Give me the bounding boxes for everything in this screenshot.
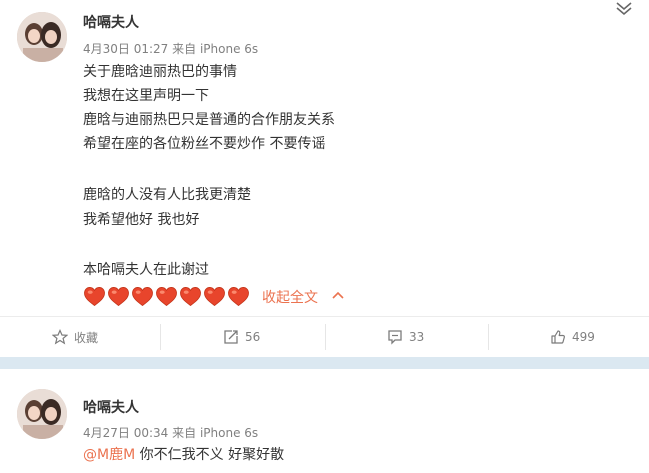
- like-button[interactable]: 499: [550, 318, 595, 356]
- repost-icon: [224, 330, 238, 344]
- username[interactable]: 哈嗝夫人: [83, 397, 139, 417]
- user-mention-link[interactable]: @M鹿M: [83, 447, 135, 463]
- heart-emoji-icon: [132, 286, 153, 306]
- heart-emoji-icon: [180, 286, 201, 306]
- divider: [0, 316, 649, 317]
- feed-post: 哈嗝夫人 4月27日 00:34 来自 iPhone 6s @M鹿M 你不仁我不…: [0, 369, 649, 473]
- avatar[interactable]: [17, 389, 67, 439]
- favorite-button[interactable]: 收藏: [52, 318, 98, 356]
- post-text-line: 我想在这里声明一下: [83, 88, 209, 104]
- username[interactable]: 哈嗝夫人: [83, 12, 139, 32]
- post-text: 你不仁我不义 好聚好散: [135, 447, 285, 463]
- comment-icon: [388, 330, 402, 345]
- post-text-line: 鹿晗与迪丽热巴只是普通的合作朋友关系: [83, 112, 335, 128]
- divider: [488, 324, 489, 350]
- feed-separator: [0, 357, 649, 369]
- source: 来自 iPhone 6s: [172, 42, 259, 56]
- chevron-up-icon[interactable]: [332, 291, 344, 300]
- heart-emoji-icon: [84, 286, 105, 306]
- like-count: 499: [572, 330, 595, 344]
- post-text-line: 本哈嗝夫人在此谢过: [83, 262, 209, 278]
- comment-button[interactable]: 33: [387, 318, 424, 356]
- heart-emoji-icon: [156, 286, 177, 306]
- post-text-line: 我希望他好 我也好: [83, 212, 200, 228]
- post-text-line: 鹿晗的人没有人比我更清楚: [83, 187, 251, 203]
- heart-emoji-icon: [228, 286, 249, 306]
- collapse-full-text-link[interactable]: 收起全文: [262, 287, 318, 307]
- comment-count: 33: [409, 330, 425, 344]
- star-icon: [52, 329, 68, 345]
- divider: [325, 324, 326, 350]
- timestamp[interactable]: 4月30日 01:27: [83, 42, 168, 56]
- repost-button[interactable]: 56: [223, 318, 260, 356]
- heart-emoji-row: [83, 284, 251, 308]
- chevron-down-icon[interactable]: [615, 0, 633, 12]
- favorite-label: 收藏: [74, 330, 99, 345]
- thumbs-up-icon: [551, 330, 565, 344]
- divider: [160, 324, 161, 350]
- heart-emoji-icon: [108, 286, 129, 306]
- post-meta: 4月30日 01:27 来自 iPhone 6s: [83, 40, 258, 57]
- source: 来自 iPhone 6s: [172, 426, 259, 440]
- post-text-line: @M鹿M 你不仁我不义 好聚好散: [83, 445, 284, 465]
- timestamp[interactable]: 4月27日 00:34: [83, 426, 168, 440]
- feed-post: 哈嗝夫人 4月30日 01:27 来自 iPhone 6s 关于鹿晗迪丽热巴的事…: [0, 0, 649, 357]
- heart-emoji-icon: [204, 286, 225, 306]
- post-meta: 4月27日 00:34 来自 iPhone 6s: [83, 424, 258, 441]
- post-text-line: 希望在座的各位粉丝不要炒作 不要传谣: [83, 136, 326, 152]
- avatar[interactable]: [17, 12, 67, 62]
- repost-count: 56: [245, 330, 261, 344]
- post-text-line: 关于鹿晗迪丽热巴的事情: [83, 64, 237, 80]
